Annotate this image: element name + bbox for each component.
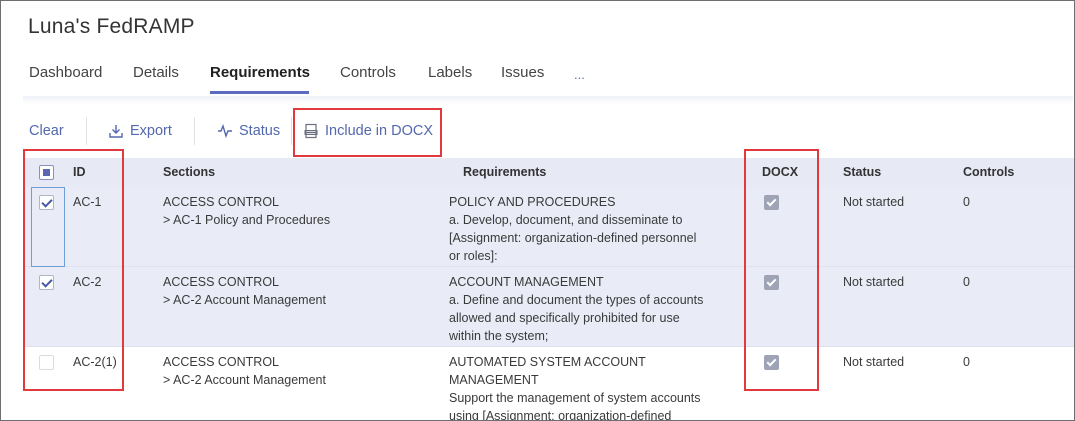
table-row[interactable]: AC-1 ACCESS CONTROL > AC-1 Policy and Pr… — [25, 187, 1074, 267]
annotation-box-include-docx — [293, 108, 442, 157]
table-row[interactable]: AC-2 ACCESS CONTROL > AC-2 Account Manag… — [25, 267, 1074, 347]
row-section: ACCESS CONTROL > AC-1 Policy and Procedu… — [163, 193, 330, 229]
header-sections[interactable]: Sections — [163, 165, 215, 179]
row-status: Not started — [843, 195, 905, 209]
row-section: ACCESS CONTROL > AC-2 Account Management — [163, 353, 326, 389]
status-button[interactable]: Status — [217, 123, 280, 139]
activity-icon — [217, 124, 233, 138]
header-status[interactable]: Status — [843, 165, 881, 179]
status-label: Status — [239, 123, 281, 139]
active-tab-indicator — [210, 91, 309, 94]
row-status: Not started — [843, 275, 905, 289]
section-name: ACCESS CONTROL — [163, 195, 279, 209]
tab-controls[interactable]: Controls — [340, 64, 396, 81]
toolbar-divider — [86, 117, 87, 145]
tab-more[interactable]: ... — [574, 67, 585, 82]
row-requirement: POLICY AND PROCEDURES a. Develop, docume… — [449, 195, 697, 263]
header-controls[interactable]: Controls — [963, 165, 1014, 179]
export-label: Export — [130, 123, 172, 139]
toolbar-divider — [194, 117, 195, 145]
clear-label: Clear — [29, 123, 64, 139]
export-button[interactable]: Export — [108, 123, 172, 139]
row-status: Not started — [843, 355, 905, 369]
header-requirements[interactable]: Requirements — [463, 165, 546, 179]
tabs-divider — [23, 96, 1073, 104]
page-title: Luna's FedRAMP — [28, 15, 195, 38]
row-controls-count: 0 — [963, 355, 970, 369]
row-requirement: AUTOMATED SYSTEM ACCOUNT MANAGEMENT Supp… — [449, 355, 701, 421]
annotation-box-docx-column — [744, 149, 819, 391]
row-requirement: ACCOUNT MANAGEMENT a. Define and documen… — [449, 275, 704, 343]
section-subsection: > AC-1 Policy and Procedures — [163, 213, 331, 227]
section-subsection: > AC-2 Account Management — [163, 293, 326, 307]
tab-dashboard[interactable]: Dashboard — [29, 64, 102, 81]
toolbar-divider — [291, 117, 292, 145]
tab-labels[interactable]: Labels — [428, 64, 472, 81]
row-section: ACCESS CONTROL > AC-2 Account Management — [163, 273, 326, 309]
tab-requirements[interactable]: Requirements — [210, 64, 310, 81]
annotation-box-select-column — [23, 149, 124, 391]
table-header: ID Sections Requirements DOCX Status Con… — [25, 158, 1074, 187]
row-controls-count: 0 — [963, 275, 970, 289]
tab-issues[interactable]: Issues — [501, 64, 544, 81]
clear-button[interactable]: Clear — [29, 123, 64, 139]
row-controls-count: 0 — [963, 195, 970, 209]
table-row[interactable]: AC-2(1) ACCESS CONTROL > AC-2 Account Ma… — [25, 347, 1074, 421]
section-subsection: > AC-2 Account Management — [163, 373, 326, 387]
export-icon — [108, 123, 124, 139]
section-name: ACCESS CONTROL — [163, 355, 279, 369]
app-window: Luna's FedRAMP Dashboard Details Require… — [0, 0, 1075, 421]
tab-details[interactable]: Details — [133, 64, 179, 81]
section-name: ACCESS CONTROL — [163, 275, 279, 289]
